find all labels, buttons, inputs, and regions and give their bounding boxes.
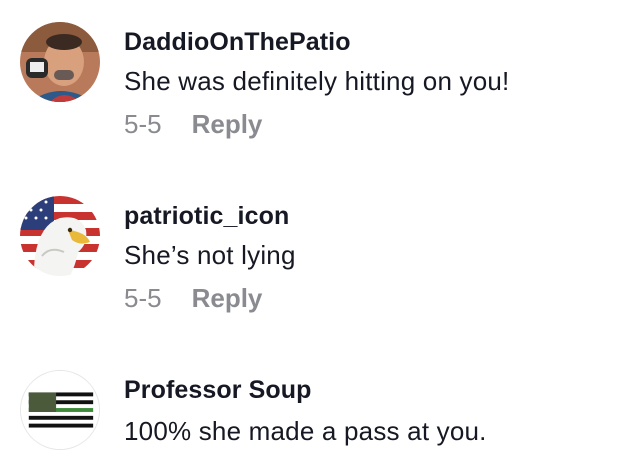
- eagle-flag-icon: [20, 196, 100, 276]
- avatar[interactable]: [20, 370, 100, 450]
- comment-username[interactable]: Professor Soup: [124, 376, 312, 405]
- reply-button[interactable]: Reply: [192, 283, 263, 314]
- avatar[interactable]: [20, 196, 100, 276]
- comment-date: 5-5: [124, 283, 162, 313]
- comment-text: She’s not lying: [124, 240, 296, 270]
- comment-date: 5-5: [124, 109, 162, 139]
- avatar[interactable]: [20, 22, 100, 102]
- comment-meta: 5-5 Reply: [124, 283, 262, 314]
- comment-username[interactable]: patriotic_icon: [124, 202, 289, 231]
- reply-button[interactable]: Reply: [192, 109, 263, 140]
- comment-text: 100% she made a pass at you.: [124, 416, 487, 446]
- comment-meta: 5-5 Reply: [124, 109, 262, 140]
- green-line-flag-icon: [21, 371, 99, 449]
- user-photo-icon: [20, 22, 100, 102]
- comment-username[interactable]: DaddioOnThePatio: [124, 28, 351, 57]
- comment-text: She was definitely hitting on you!: [124, 66, 510, 96]
